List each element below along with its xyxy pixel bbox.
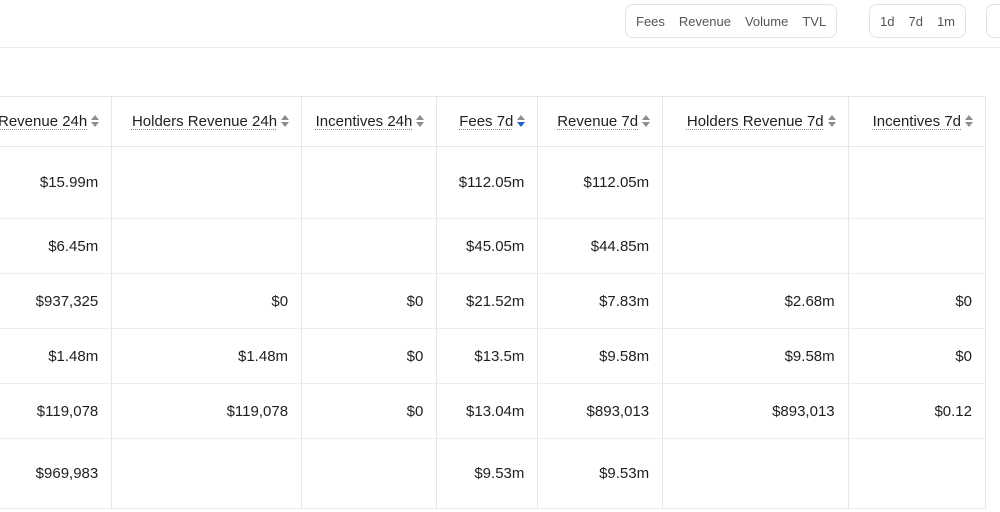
table-cell: $937,325 xyxy=(0,273,113,329)
sort-icon[interactable] xyxy=(827,115,836,127)
tab-revenue[interactable]: Revenue xyxy=(672,8,738,34)
table-cell: $119,078 xyxy=(0,383,113,439)
table-cell: $13.04m xyxy=(436,383,539,439)
protocol-table: Revenue 24h Holders Revenue 24h Incentives… xyxy=(0,96,1000,512)
table-cell: $0 xyxy=(848,328,987,384)
column-header-revenue-24h[interactable]: Revenue 24h xyxy=(0,96,113,147)
column-header-label: Fees 7d xyxy=(459,113,514,130)
table-cell: $45.05m xyxy=(436,218,539,274)
table-cell xyxy=(662,146,849,219)
period-1d[interactable]: 1d xyxy=(873,8,901,34)
table-row[interactable]: $969,983 $9.53m $9.53m xyxy=(0,438,987,509)
table-cell: $0 xyxy=(111,273,303,329)
table-cell: $6.45m xyxy=(0,218,113,274)
metric-selector: Fees Revenue Volume TVL xyxy=(625,4,838,38)
table-row[interactable]: $119,078 $119,078 $0 $13.04m $893,013 $893,01… xyxy=(0,383,987,439)
table-cell: $13.5m xyxy=(436,328,539,384)
sort-icon[interactable] xyxy=(642,115,651,127)
sort-icon[interactable] xyxy=(91,115,100,127)
table-cell: $44.85m xyxy=(537,218,664,274)
table-cell: $0 xyxy=(301,328,438,384)
column-header-label: Holders Revenue 7d xyxy=(686,113,824,130)
column-header-label: Revenue 7d xyxy=(557,113,639,130)
tab-volume[interactable]: Volume xyxy=(738,8,795,34)
sort-icon[interactable] xyxy=(965,115,973,127)
table-cell xyxy=(848,146,987,219)
table-cell: $0.12 xyxy=(848,383,987,439)
table-cell xyxy=(662,438,849,509)
table-cell xyxy=(301,218,438,274)
table-cell: $9.53m xyxy=(436,438,539,509)
table-cell: $21.52m xyxy=(436,273,539,329)
period-1m[interactable]: 1m xyxy=(930,8,962,34)
table-cell: $9.58m xyxy=(662,328,849,384)
table-cell xyxy=(111,146,303,219)
table-cell: $9.53m xyxy=(537,438,664,509)
table-cell: $15.99m xyxy=(0,146,113,219)
period-7d[interactable]: 7d xyxy=(901,8,929,34)
table-cell: $0 xyxy=(301,273,438,329)
table-cell: $0 xyxy=(301,383,438,439)
table-cell: $0 xyxy=(848,273,987,329)
sort-icon[interactable] xyxy=(281,115,290,127)
top-toolbar: Fees Revenue Volume TVL 1d 7d 1m xyxy=(0,0,1000,48)
table-cell: $9.58m xyxy=(537,328,664,384)
column-header-label: Holders Revenue 24h xyxy=(131,113,278,130)
table-cell: $1.48m xyxy=(111,328,303,384)
table-cell xyxy=(848,438,987,509)
column-header-holders-revenue-24h[interactable]: Holders Revenue 24h xyxy=(111,96,303,147)
column-header-label: Incentives 7d xyxy=(872,113,961,130)
more-options-button[interactable] xyxy=(986,4,1000,38)
table-cell xyxy=(848,218,987,274)
tab-tvl[interactable]: TVL xyxy=(795,8,833,34)
table-cell xyxy=(662,218,849,274)
table-cell: $112.05m xyxy=(436,146,539,219)
table-header-row: Revenue 24h Holders Revenue 24h Incentives… xyxy=(0,96,987,147)
tab-fees[interactable]: Fees xyxy=(629,8,672,34)
sort-icon[interactable] xyxy=(416,115,425,127)
table-cell: $893,013 xyxy=(662,383,849,439)
period-selector: 1d 7d 1m xyxy=(869,4,966,38)
table-cell: $1.48m xyxy=(0,328,113,384)
table-row[interactable]: $937,325 $0 $0 $21.52m $7.83m $2.68m $0 xyxy=(0,273,987,329)
column-header-fees-7d[interactable]: Fees 7d xyxy=(436,96,539,147)
table-cell: $2.68m xyxy=(662,273,849,329)
table-cell: $969,983 xyxy=(0,438,113,509)
table-cell xyxy=(111,218,303,274)
column-header-holders-revenue-7d[interactable]: Holders Revenue 7d xyxy=(662,96,849,147)
table-cell: $893,013 xyxy=(537,383,664,439)
column-header-revenue-7d[interactable]: Revenue 7d xyxy=(537,96,664,147)
table-cell: $7.83m xyxy=(537,273,664,329)
column-header-incentives-24h[interactable]: Incentives 24h xyxy=(301,96,438,147)
column-header-incentives-7d[interactable]: Incentives 7d xyxy=(848,96,987,147)
table-cell xyxy=(111,438,303,509)
table-cell: $119,078 xyxy=(111,383,303,439)
table-row[interactable]: $1.48m $1.48m $0 $13.5m $9.58m $9.58m $0 xyxy=(0,328,987,384)
table-row[interactable]: $6.45m $45.05m $44.85m xyxy=(0,218,987,274)
column-header-label: Incentives 24h xyxy=(315,113,413,130)
data-table: Revenue 24h Holders Revenue 24h Incentives… xyxy=(0,96,987,509)
table-cell xyxy=(301,438,438,509)
table-cell xyxy=(301,146,438,219)
column-header-label: Revenue 24h xyxy=(0,113,88,130)
table-cell: $112.05m xyxy=(537,146,664,219)
sort-icon[interactable] xyxy=(517,115,526,127)
table-row[interactable]: $15.99m $112.05m $112.05m xyxy=(0,146,987,219)
